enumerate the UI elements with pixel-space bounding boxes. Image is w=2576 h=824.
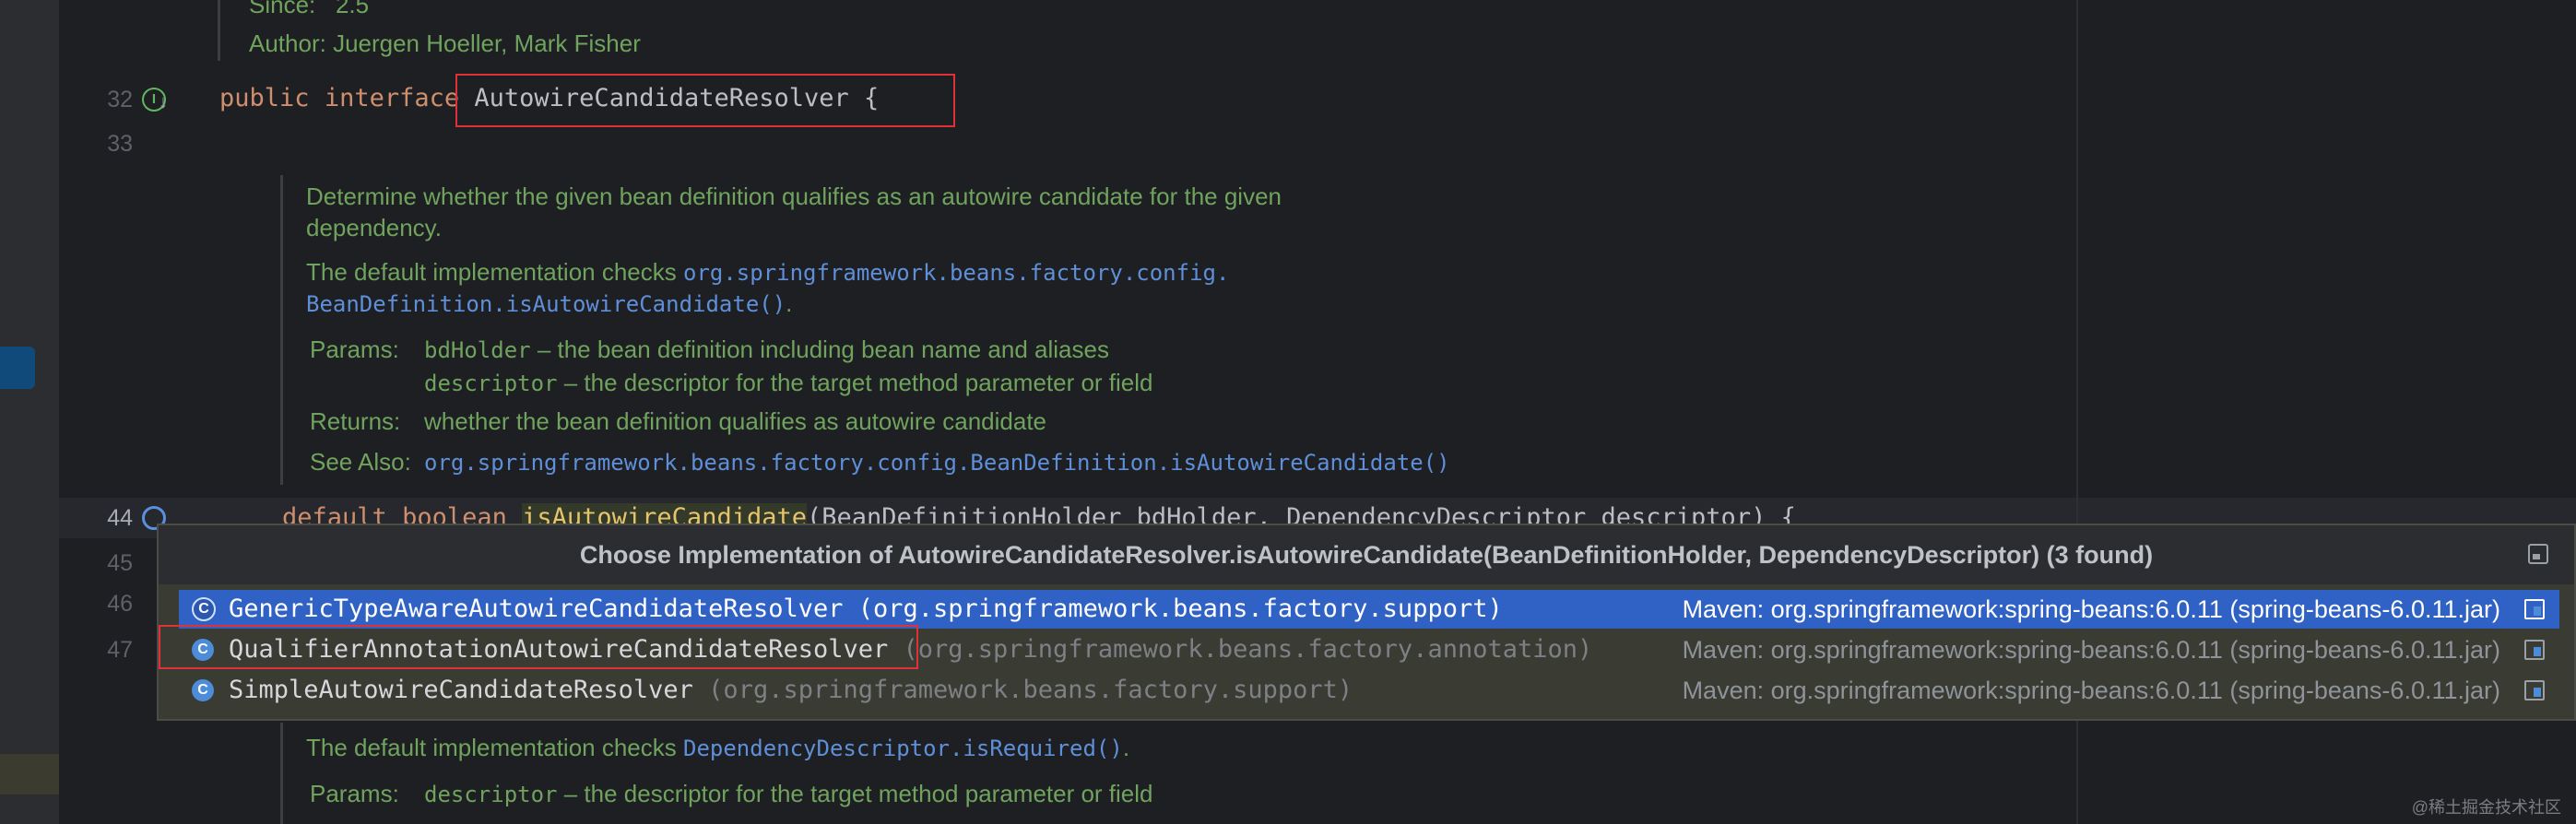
library-jar-icon (2524, 680, 2545, 700)
arrow-down-icon: ↓ (159, 92, 168, 112)
doc-params-2: descriptor – the descriptor for the targ… (424, 369, 1153, 396)
implementation-package: (org.springframework.beans.factory.suppo… (692, 676, 1353, 704)
line-number: 45 (107, 550, 133, 576)
implementation-name: GenericTypeAwareAutowireCandidateResolve… (229, 594, 844, 623)
doc-returns: Returns: whether the bean definition qual… (310, 407, 1047, 435)
tool-window-active-marker[interactable] (0, 347, 35, 389)
line-number: 47 (107, 637, 133, 663)
doc-since: Since: 2.5 (249, 0, 370, 18)
library-jar-icon (2524, 599, 2545, 619)
line-number: 46 (107, 591, 133, 617)
keyword-public: public (219, 84, 310, 112)
doc-params-1: Params: bdHolder – the bean definition in… (310, 335, 1109, 363)
library-jar-icon (2524, 640, 2545, 660)
doc-see-also: See Also: org.springframework.beans.facto… (310, 448, 1450, 476)
qualifier-item-highlight-box (159, 625, 918, 669)
doc-description-line1: Determine whether the given bean definit… (306, 182, 1282, 210)
keyword-interface: interface (324, 84, 460, 112)
implementation-item[interactable]: C GenericTypeAwareAutowireCandidateResol… (179, 590, 2559, 629)
watermark: @稀土掘金技术社区 (2411, 798, 2561, 817)
class-icon: C (192, 597, 216, 621)
doc-link[interactable]: BeanDefinition.isAutowireCandidate() (306, 291, 786, 317)
popup-title: Choose Implementation of AutowireCandida… (579, 541, 2154, 569)
tool-window-strip (0, 0, 59, 824)
implementation-package: (org.springframework.beans.factory.annot… (888, 635, 1593, 664)
doc-link[interactable]: org.springframework.beans.factory.config… (424, 450, 1450, 476)
line-number: 44 (107, 505, 133, 531)
implementation-item[interactable]: C SimpleAutowireCandidateResolver (org.s… (179, 671, 2559, 710)
doc-params-bottom: Params: descriptor – the descriptor for t… (310, 780, 1153, 807)
doc-comment-bar-method (280, 175, 283, 485)
doc-default-impl-cont: BeanDefinition.isAutowireCandidate(). (306, 289, 793, 317)
pin-popup-icon[interactable] (2528, 544, 2548, 564)
line-number: 32 (107, 87, 133, 112)
doc-link[interactable]: org.springframework.beans.factory.config… (683, 260, 1229, 286)
implementation-package: (org.springframework.beans.factory.suppo… (843, 594, 1503, 623)
doc-author: Author: Juergen Hoeller, Mark Fisher (249, 29, 641, 57)
doc-comment-bar-bottom (280, 723, 283, 824)
implementation-name: SimpleAutowireCandidateResolver (229, 676, 693, 704)
line-number: 33 (107, 131, 133, 157)
doc-default-impl-bottom: The default implementation checks Depend… (306, 734, 1130, 761)
doc-description-line2: dependency. (306, 214, 442, 241)
doc-default-impl: The default implementation checks org.sp… (306, 258, 1230, 286)
interface-name-highlight-box (455, 74, 955, 127)
choose-implementation-popup[interactable]: Choose Implementation of AutowireCandida… (157, 524, 2576, 721)
tool-window-marker-bottom (0, 754, 59, 795)
implementation-library: Maven: org.springframework:spring-beans:… (1682, 677, 2500, 704)
doc-comment-bar-top (218, 0, 220, 61)
implementation-library: Maven: org.springframework:spring-beans:… (1682, 636, 2500, 664)
class-icon: C (192, 679, 214, 701)
implementation-library: Maven: org.springframework:spring-beans:… (1682, 595, 2500, 623)
doc-link[interactable]: DependencyDescriptor.isRequired() (683, 736, 1123, 761)
